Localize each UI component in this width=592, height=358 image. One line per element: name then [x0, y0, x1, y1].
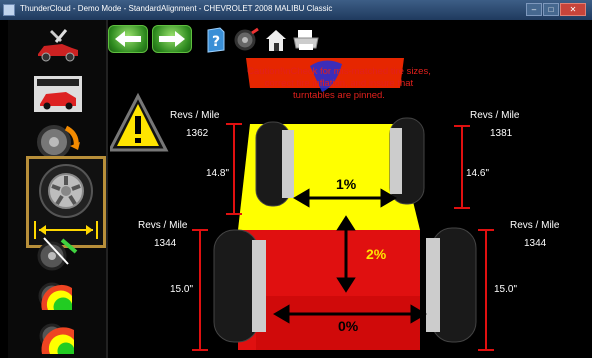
vehicle-tire-diagram [110, 58, 494, 351]
side-difference: 2% [366, 246, 387, 262]
rear-right-height: 15.0" [494, 284, 518, 295]
front-right-revs-label: Revs / Mile [470, 110, 520, 121]
forward-button[interactable] [152, 25, 192, 53]
front-left-tire [255, 121, 294, 207]
home-icon [266, 30, 286, 51]
front-difference: 1% [336, 176, 357, 192]
wheel-rotate-icon [37, 125, 80, 159]
rear-left-height: 15.0" [170, 284, 194, 295]
maximize-button[interactable]: □ [543, 3, 559, 16]
minimize-button[interactable]: – [526, 3, 542, 16]
front-left-revs-value: 1362 [186, 128, 209, 139]
sidebar-item-adjust[interactable] [28, 314, 88, 358]
warning-icon [110, 92, 169, 152]
sidebar-item-caster-swing[interactable] [28, 230, 88, 274]
sidebar-item-measure[interactable] [28, 272, 88, 316]
rear-right-tire [426, 227, 477, 343]
app-icon [3, 4, 15, 16]
rear-difference: 0% [338, 318, 359, 334]
window-title: ThunderCloud - Demo Mode - StandardAlign… [20, 4, 333, 13]
title-bar: ThunderCloud - Demo Mode - StandardAlign… [0, 0, 592, 20]
adjust-gauge-icon [39, 323, 74, 354]
front-right-tire [389, 117, 425, 205]
sidebar-item-vehicle-select[interactable] [28, 24, 88, 68]
home-button[interactable] [264, 25, 288, 55]
specs-car-icon [34, 76, 82, 112]
sidebar [8, 20, 108, 358]
help-icon: ? [207, 27, 225, 53]
front-left-revs-label: Revs / Mile [170, 110, 220, 121]
close-button[interactable]: ✕ [560, 3, 586, 16]
rear-left-revs-value: 1344 [154, 238, 177, 249]
arrow-left-icon [115, 31, 141, 47]
window-controls: – □ ✕ [526, 3, 586, 16]
rear-left-tire [213, 229, 266, 343]
settings-icon [234, 27, 259, 51]
toolbar: ? [108, 20, 592, 58]
rear-left-revs-label: Revs / Mile [138, 220, 188, 231]
front-right-revs-value: 1381 [490, 128, 513, 139]
caster-icon [37, 237, 78, 271]
rear-right-revs-label: Revs / Mile [510, 220, 560, 231]
tire-check-panel: Caution!\nCheck for mis-matched tire siz… [110, 58, 592, 358]
print-icon [293, 30, 319, 50]
back-button[interactable] [108, 25, 148, 53]
svg-text:?: ? [212, 34, 220, 50]
front-left-height: 14.8" [206, 168, 230, 179]
car-tools-icon [38, 29, 78, 62]
rear-right-revs-value: 1344 [524, 238, 547, 249]
settings-button[interactable] [232, 25, 260, 55]
arrow-right-icon [159, 31, 185, 47]
help-button[interactable]: ? [204, 25, 228, 55]
print-button[interactable] [292, 25, 320, 55]
caution-message: Caution!\nCheck for mis-matched tire siz… [247, 66, 431, 101]
measure-gauge-icon [38, 282, 72, 310]
front-right-height: 14.6" [466, 168, 490, 179]
sidebar-item-specifications[interactable] [28, 72, 88, 116]
